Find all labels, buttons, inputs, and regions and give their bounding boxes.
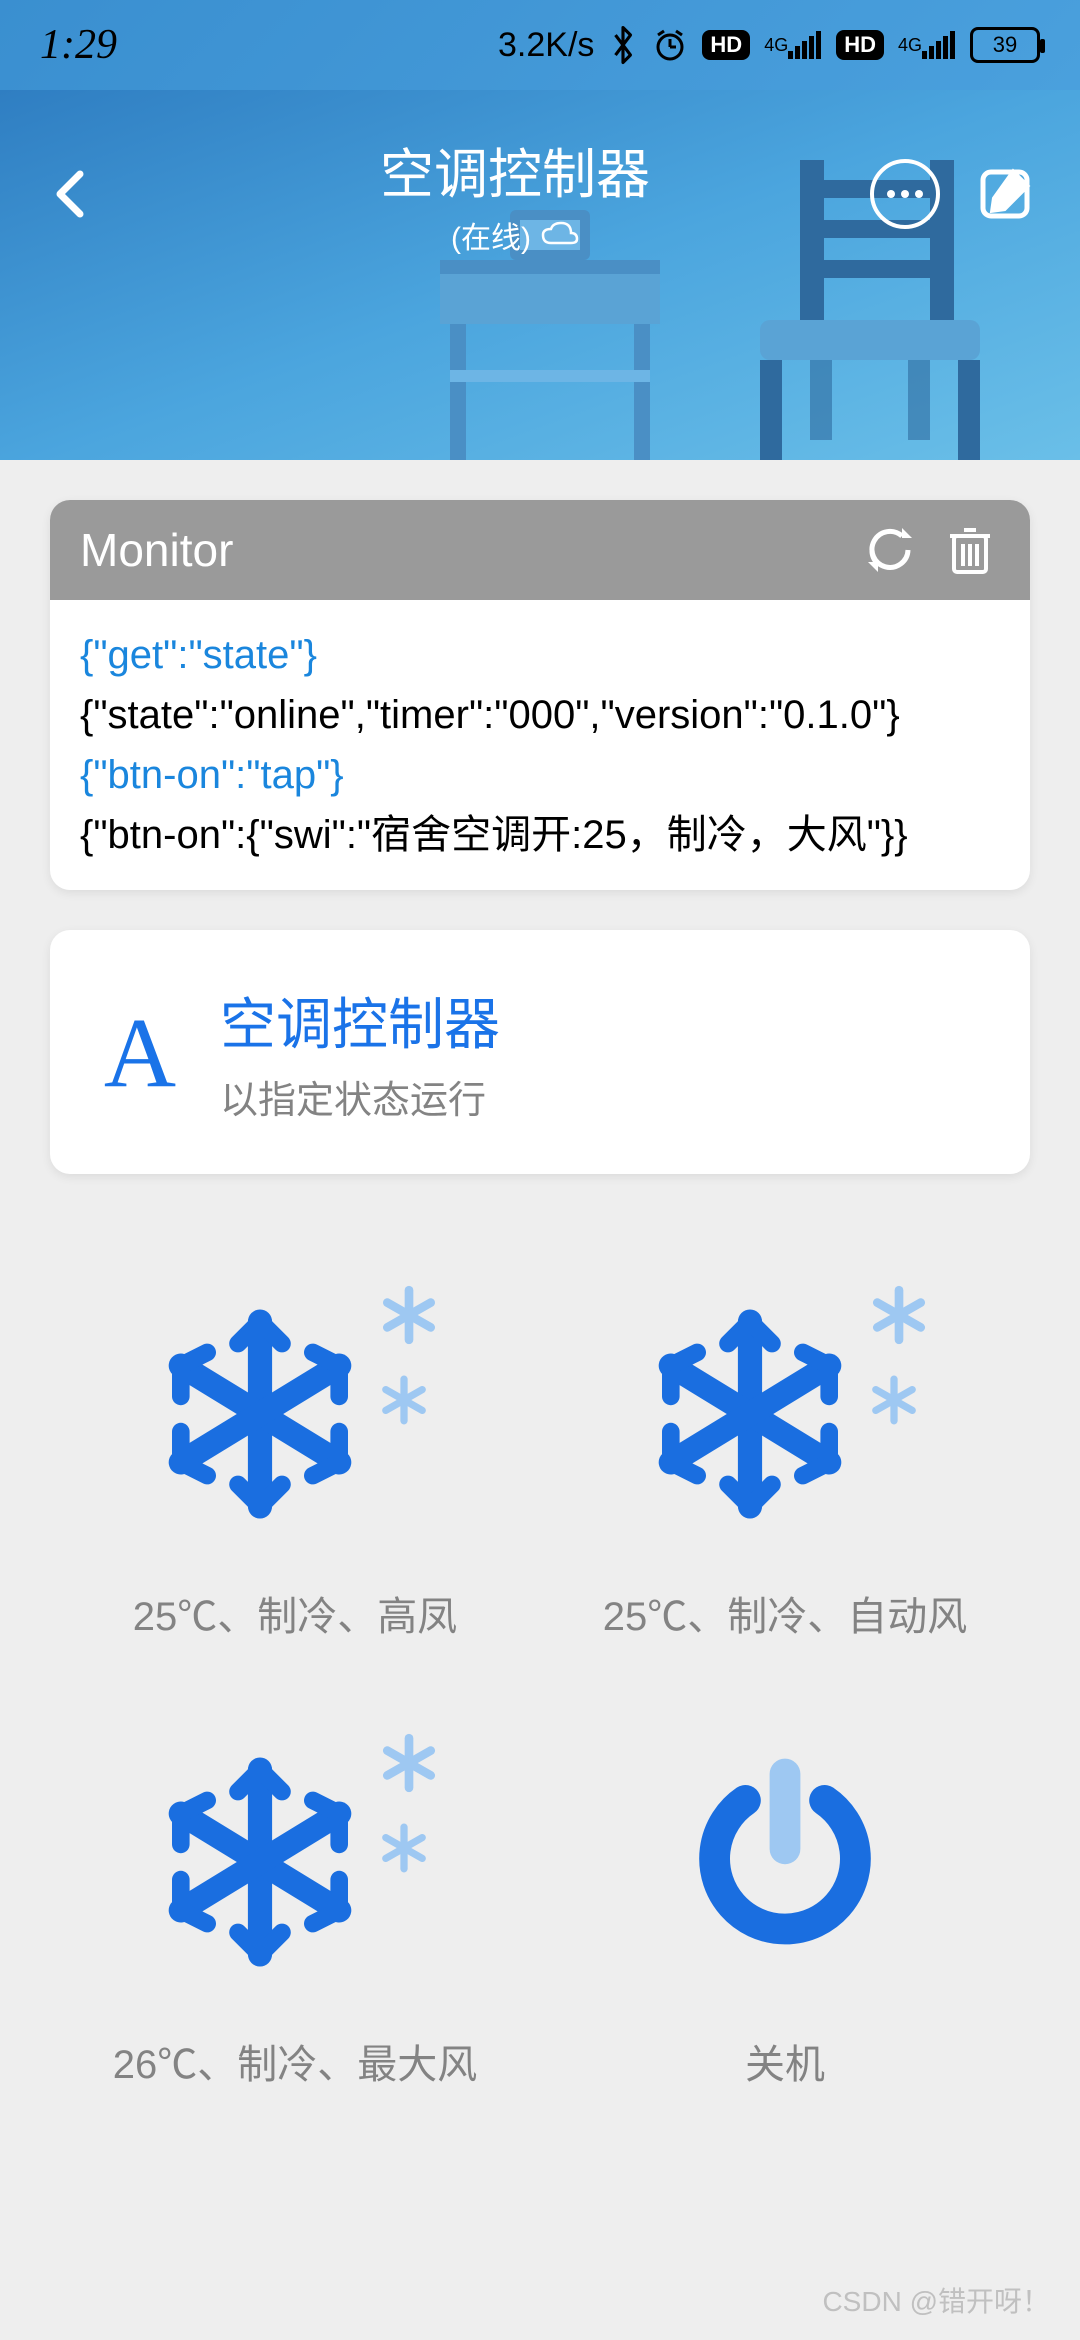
status-bar: 1:29 3.2K/s HD 4G HD 4G 39 [0, 0, 1080, 90]
preset-label: 25℃、制冷、自动风 [560, 1584, 1010, 1642]
preset-button-1[interactable]: 25℃、制冷、高凤 [70, 1274, 520, 1642]
network-speed: 3.2K/s [498, 26, 594, 65]
log-line: {"state":"online","timer":"000","version… [80, 685, 1000, 745]
hd-badge-2: HD [836, 30, 884, 60]
log-line: {"get":"state"} [80, 625, 1000, 685]
preset-button-2[interactable]: 25℃、制冷、自动风 [560, 1274, 1010, 1642]
content-area: Monitor {"get":"state"} {"state":"online… [0, 460, 1080, 2130]
header: 空调控制器 (在线) [0, 90, 1080, 460]
battery-icon: 39 [970, 27, 1040, 63]
log-line: {"btn-on":{"swi":"宿舍空调开:25，制冷，大风"}} [80, 805, 1000, 865]
signal-icon-2: 4G [898, 31, 956, 59]
preset-label: 25℃、制冷、高凤 [70, 1584, 520, 1642]
snowflake-icon [560, 1274, 1010, 1554]
preset-button-3[interactable]: 26℃、制冷、最大风 [70, 1722, 520, 2090]
preset-button-4[interactable]: 关机 [560, 1722, 1010, 2090]
hd-badge-1: HD [702, 30, 750, 60]
preset-label: 26℃、制冷、最大风 [70, 2032, 520, 2090]
status-time: 1:29 [40, 21, 117, 69]
device-title: 空调控制器 [220, 980, 990, 1061]
monitor-header: Monitor [50, 500, 1030, 600]
page-subtitle: (在线) [40, 213, 990, 257]
battery-level: 39 [993, 32, 1017, 58]
device-card[interactable]: A 空调控制器 以指定状态运行 [50, 930, 1030, 1174]
monitor-log: {"get":"state"} {"state":"online","timer… [50, 600, 1030, 890]
cloud-icon [539, 221, 579, 249]
device-subtitle: 以指定状态运行 [220, 1069, 990, 1124]
page-title: 空调控制器 [40, 130, 990, 209]
snowflake-icon [70, 1722, 520, 2002]
online-status-text: (在线) [451, 213, 531, 257]
snowflake-icon [70, 1274, 520, 1554]
watermark: CSDN @错开呀！ [822, 2280, 1050, 2320]
edit-button[interactable] [970, 159, 1040, 229]
preset-label: 关机 [560, 2032, 1010, 2090]
refresh-button[interactable] [860, 520, 920, 580]
signal-icon-1: 4G [764, 31, 822, 59]
log-line: {"btn-on":"tap"} [80, 745, 1000, 805]
power-icon [560, 1722, 1010, 2002]
app-logo-icon: A [90, 1002, 190, 1102]
status-right: 3.2K/s HD 4G HD 4G 39 [498, 25, 1040, 65]
more-button[interactable] [870, 159, 940, 229]
header-title-block: 空调控制器 (在线) [40, 130, 990, 257]
monitor-card: Monitor {"get":"state"} {"state":"online… [50, 500, 1030, 890]
delete-button[interactable] [940, 520, 1000, 580]
device-info: 空调控制器 以指定状态运行 [220, 980, 990, 1124]
alarm-icon [652, 27, 688, 63]
preset-grid: 25℃、制冷、高凤 25℃、制冷、自动风 26℃、制冷、最大风 [50, 1214, 1030, 2090]
bluetooth-icon [608, 25, 638, 65]
monitor-title: Monitor [80, 523, 840, 577]
